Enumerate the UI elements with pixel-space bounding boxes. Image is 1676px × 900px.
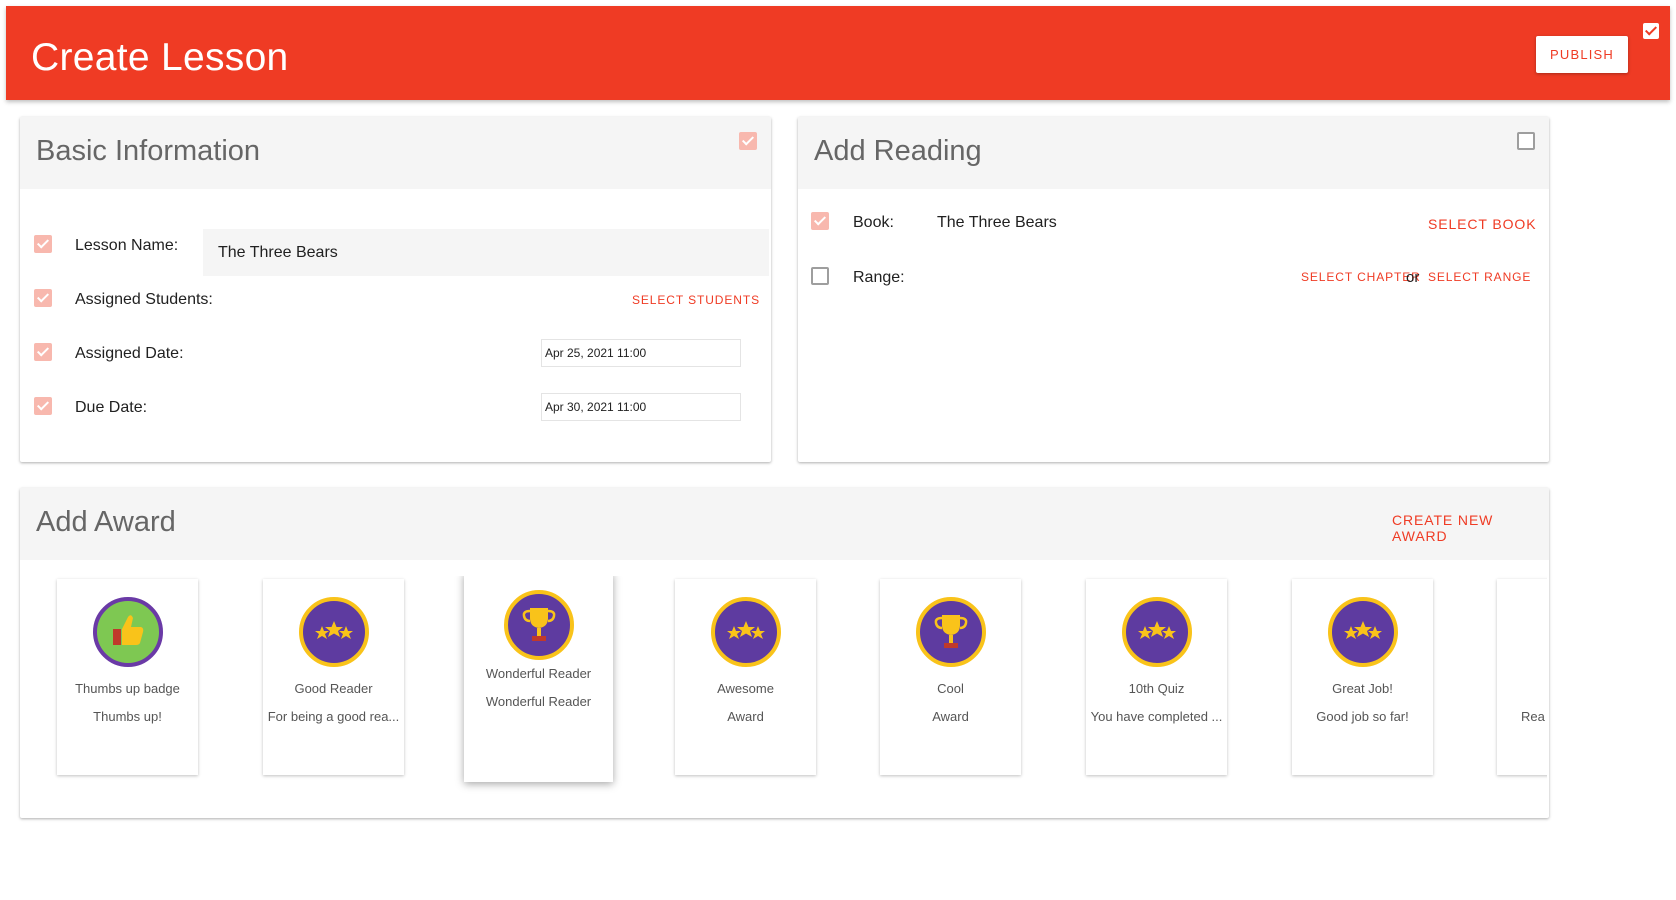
stars-icon [1121, 597, 1192, 667]
award-description: For being a good rea... [267, 709, 400, 724]
basic-information-header: Basic Information [20, 117, 771, 189]
award-name: Wonderful Reader [485, 666, 592, 681]
book-value: The Three Bears [937, 214, 1057, 231]
award-name: Thumbs up badge [75, 681, 180, 696]
award-card-cool[interactable]: Cool Award [880, 579, 1021, 775]
award-description: You have completed ... [1090, 709, 1223, 724]
assigned-date-input[interactable] [541, 339, 741, 367]
add-award-title: Add Award [36, 506, 176, 538]
book-label: Book: [853, 214, 894, 231]
basic-information-checkbox[interactable] [739, 132, 757, 150]
add-award-card: Add Award CREATE NEW AWARD Thumbs up bad… [20, 488, 1549, 818]
lesson-name-input[interactable] [203, 229, 769, 276]
publish-button[interactable]: PUBLISH [1536, 36, 1628, 73]
add-award-header: Add Award CREATE NEW AWARD [20, 488, 1549, 560]
basic-information-title: Basic Information [36, 135, 261, 167]
range-checkbox[interactable] [811, 267, 829, 285]
lesson-name-label: Lesson Name: [75, 237, 179, 254]
award-name: Great Job! [1332, 681, 1393, 696]
due-date-label: Due Date: [75, 399, 148, 416]
award-description: Rea [1521, 709, 1545, 724]
award-card-good-reader[interactable]: Good Reader For being a good rea... [263, 579, 404, 775]
lesson-name-checkbox[interactable] [34, 235, 52, 253]
select-book-button[interactable]: SELECT BOOK [1428, 216, 1536, 232]
award-card-partial[interactable]: Rea [1497, 579, 1547, 775]
award-name: Cool [937, 681, 964, 696]
select-chapter-button[interactable]: SELECT CHAPTER [1301, 270, 1421, 284]
add-reading-checkbox[interactable] [1517, 132, 1535, 150]
assigned-date-checkbox[interactable] [34, 343, 52, 361]
create-lesson-page: Create Lesson PUBLISH Basic Information … [0, 0, 1676, 900]
stars-icon [710, 597, 781, 667]
award-card-great-job[interactable]: Great Job! Good job so far! [1292, 579, 1433, 775]
due-date-checkbox[interactable] [34, 397, 52, 415]
select-range-button[interactable]: SELECT RANGE [1428, 270, 1531, 284]
award-name: 10th Quiz [1128, 681, 1185, 696]
assigned-date-label: Assigned Date: [75, 345, 184, 362]
award-description: Award [727, 709, 764, 724]
award-description: Award [932, 709, 969, 724]
stars-icon [1327, 597, 1398, 667]
thumbs-up-icon [92, 597, 163, 667]
basic-information-card: Basic Information Lesson Name: Assigned … [20, 117, 771, 462]
award-description: Wonderful Reader [485, 694, 592, 709]
award-card-10th-quiz[interactable]: 10th Quiz You have completed ... [1086, 579, 1227, 775]
award-name: Awesome [717, 681, 774, 696]
award-name: Good Reader [294, 681, 373, 696]
award-description: Good job so far! [1316, 709, 1409, 724]
award-card-wonderful-reader[interactable]: Wonderful Reader Wonderful Reader [464, 576, 613, 782]
book-checkbox[interactable] [811, 212, 829, 230]
award-card-thumbs-up[interactable]: Thumbs up badge Thumbs up! [57, 579, 198, 775]
trophy-icon [503, 590, 574, 660]
or-label: or [1406, 269, 1420, 286]
due-date-input[interactable] [541, 393, 741, 421]
award-list: Thumbs up badge Thumbs up! Good Reader F… [36, 576, 1547, 798]
range-label: Range: [853, 269, 905, 286]
trophy-icon [915, 597, 986, 667]
add-reading-header: Add Reading [798, 117, 1549, 189]
add-reading-card: Add Reading Book: The Three Bears SELECT… [798, 117, 1549, 462]
assigned-students-label: Assigned Students: [75, 291, 213, 308]
select-students-button[interactable]: SELECT STUDENTS [632, 293, 760, 307]
create-new-award-button[interactable]: CREATE NEW AWARD [1392, 512, 1549, 544]
award-description: Thumbs up! [93, 709, 162, 724]
header-checkbox[interactable] [1643, 23, 1659, 39]
add-reading-title: Add Reading [814, 135, 982, 167]
award-card-awesome[interactable]: Awesome Award [675, 579, 816, 775]
app-header: Create Lesson PUBLISH [6, 6, 1670, 100]
assigned-students-checkbox[interactable] [34, 289, 52, 307]
page-title: Create Lesson [31, 36, 289, 79]
stars-icon [298, 597, 369, 667]
